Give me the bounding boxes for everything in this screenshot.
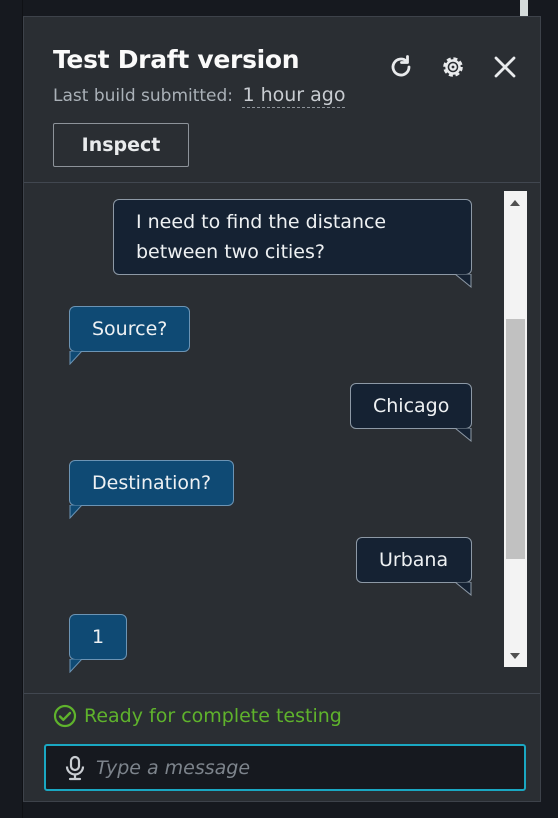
scroll-down-arrow-icon[interactable] [510, 653, 520, 659]
message-input-box[interactable] [44, 744, 526, 791]
test-panel: Test Draft version Last build submitted:… [23, 16, 541, 802]
microphone-icon[interactable] [64, 755, 86, 781]
bot-message: 1 [69, 614, 128, 660]
bubble-tail [69, 351, 83, 365]
left-edge [0, 0, 23, 818]
inspect-button[interactable]: Inspect [53, 123, 189, 167]
bot-message: Destination? [69, 460, 235, 506]
scroll-up-arrow-icon[interactable] [510, 200, 520, 206]
user-message: Chicago [350, 383, 472, 429]
message-line: between two cities? [136, 241, 325, 263]
bubble-tail [69, 505, 83, 519]
status-row: Ready for complete testing [53, 704, 342, 728]
footer-divider [24, 693, 540, 694]
message-input[interactable] [94, 755, 498, 780]
bubble-tail [454, 274, 472, 288]
status-text: Ready for complete testing [84, 705, 342, 727]
conversation: I need to find the distance between two … [24, 183, 504, 693]
refresh-icon[interactable] [386, 52, 416, 82]
bubble-tail [454, 428, 472, 442]
scrollbar-thumb[interactable] [506, 319, 525, 559]
build-label: Last build submitted: [53, 86, 234, 106]
build-info: Last build submitted: 1 hour ago [53, 84, 346, 108]
user-message: Urbana [356, 537, 472, 583]
message-line: I need to find the distance [136, 211, 387, 233]
user-message: I need to find the distance between two … [113, 199, 472, 275]
edge-marker [520, 0, 528, 16]
panel-title: Test Draft version [53, 45, 300, 74]
build-time[interactable]: 1 hour ago [242, 84, 346, 108]
bot-message: Source? [69, 306, 191, 352]
check-circle-icon [53, 704, 77, 728]
gear-icon[interactable] [438, 52, 468, 82]
close-icon[interactable] [490, 52, 520, 82]
bubble-tail [454, 582, 472, 596]
bubble-tail [69, 659, 83, 673]
chat-scrollbar[interactable] [504, 191, 527, 667]
